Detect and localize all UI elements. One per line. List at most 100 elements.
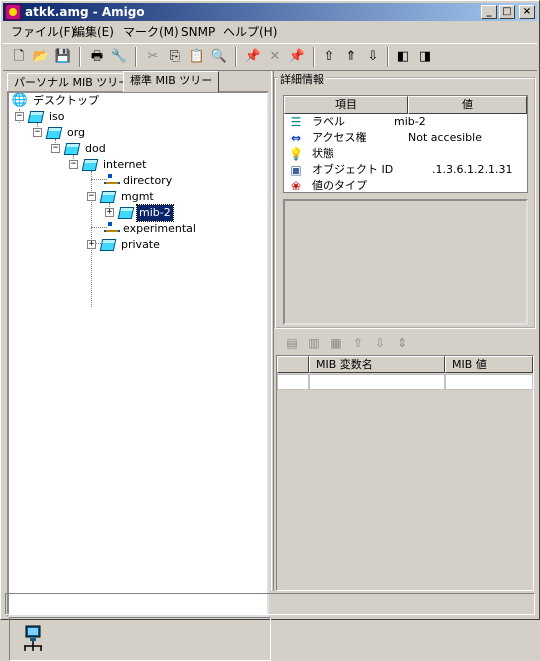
desktop-globe-icon: 🌐 [11, 93, 29, 108]
access-icon: ⇔ [290, 131, 302, 145]
close-button[interactable]: × [519, 5, 535, 19]
network-status-panel [9, 617, 271, 661]
tree-node-label: directory [123, 174, 173, 187]
amigo-app-icon[interactable] [5, 4, 21, 20]
menu-snmp[interactable]: SNMP [175, 22, 221, 42]
tree-node-label: iso [49, 110, 65, 123]
details-description-area [283, 199, 528, 325]
tree-node-label: experimental [123, 222, 196, 235]
mib-variable-table[interactable]: MIB 変数名 MIB 値 [276, 355, 534, 591]
cut-icon[interactable]: ✂ [143, 47, 163, 67]
pin-icon[interactable]: 📌 [243, 47, 263, 67]
collapse-toggle[interactable]: − [33, 128, 42, 137]
status-bar [5, 593, 535, 615]
details-row[interactable]: ▣ オブジェクト ID .1.3.6.1.2.1.31 [284, 162, 527, 178]
minimize-button[interactable]: _ [481, 5, 497, 19]
set-icon[interactable]: ⇩ [363, 47, 383, 67]
cube-icon [99, 237, 117, 253]
type-icon: ❀ [290, 179, 302, 193]
maximize-button[interactable]: □ [499, 5, 515, 19]
save-icon[interactable]: 💾 [53, 47, 73, 67]
details-row-label: オブジェクト ID [312, 163, 394, 176]
table-cell[interactable] [445, 374, 533, 390]
tree-tabs: パーソナル MIB ツリー 標準 MIB ツリー [5, 71, 271, 92]
details-table-header: 項目 値 [284, 96, 527, 114]
tree-node-label: mib-2 [136, 204, 174, 222]
mib-copy-icon[interactable]: ▥ [304, 333, 324, 353]
details-group-box: 項目 値 ☰ ラベル mib-2 ⇔ アクセス権 Not accesible 💡… [274, 77, 536, 329]
details-row[interactable]: ❀ 値のタイプ [284, 178, 527, 194]
print-icon[interactable]: 🖶 [87, 47, 107, 67]
col-header-item[interactable]: 項目 [284, 96, 408, 114]
details-row[interactable]: ☰ ラベル mib-2 [284, 114, 527, 130]
network-node-icon [101, 221, 120, 237]
network-node-icon [101, 173, 120, 189]
tree-node-label: dod [85, 142, 106, 155]
oid-icon: ▣ [290, 163, 302, 177]
tab-personal-mib-tree[interactable]: パーソナル MIB ツリー [7, 73, 137, 91]
tree-node-label: デスクトップ [33, 94, 99, 107]
expand-toggle[interactable]: + [87, 240, 96, 249]
pin-all-icon[interactable]: 📌 [287, 47, 307, 67]
table-cell[interactable] [277, 374, 309, 390]
tree-node-label: org [67, 126, 86, 139]
trap-icon[interactable]: ◧ [393, 47, 413, 67]
col-header-mib-value[interactable]: MIB 値 [445, 356, 533, 373]
menu-help[interactable]: ヘルプ(H) [217, 22, 283, 42]
details-row-label: 値のタイプ [312, 179, 367, 192]
cube-icon [45, 125, 63, 141]
details-table[interactable]: 項目 値 ☰ ラベル mib-2 ⇔ アクセス権 Not accesible 💡… [283, 95, 528, 193]
collapse-toggle[interactable]: − [69, 160, 78, 169]
main-toolbar: 🗋 📂 💾 🖶 🔧 ✂ ⎘ 📋 🔍 📌 ✕ 📌 ⇧ ⇑ ⇩ ◧ ◨ [3, 43, 537, 71]
cube-icon [63, 141, 81, 157]
details-row-label: ラベル [312, 115, 345, 128]
label-icon: ☰ [290, 115, 302, 129]
collapse-toggle[interactable]: − [15, 112, 24, 121]
get-next-icon[interactable]: ⇑ [341, 47, 361, 67]
cube-icon [117, 205, 135, 221]
menu-edit[interactable]: 編集(E) [67, 22, 120, 42]
details-group-title: 詳細情報 [278, 71, 326, 87]
window-title: atkk.amg - Amigo [25, 5, 145, 19]
col-header-value[interactable]: 値 [408, 96, 527, 114]
open-icon[interactable]: 📂 [31, 47, 51, 67]
details-row[interactable]: ⇔ アクセス権 Not accesible [284, 130, 527, 146]
col-header-mib-variable-name[interactable]: MIB 変数名 [309, 356, 445, 373]
mib-up-icon[interactable]: ⇧ [348, 333, 368, 353]
collapse-toggle[interactable]: − [51, 144, 60, 153]
toolbar-separator [235, 47, 237, 67]
settings-icon[interactable]: 🔧 [109, 47, 129, 67]
mib-add-icon[interactable]: ▤ [282, 333, 302, 353]
cube-icon [27, 109, 45, 125]
mib-variable-toolbar: ▤ ▥ ▦ ⇧ ⇩ ⇕ [282, 333, 536, 355]
menu-bar: ファイル(F) 編集(E) マーク(M) SNMP ヘルプ(H) [3, 22, 537, 42]
collapse-toggle[interactable]: − [87, 192, 96, 201]
expand-toggle[interactable]: + [105, 208, 114, 217]
walk-icon[interactable]: ◨ [415, 47, 435, 67]
mib-tree-pane: パーソナル MIB ツリー 標準 MIB ツリー 🌐 デスクトップ − iso [5, 71, 271, 661]
tree-node-label: mgmt [121, 190, 154, 203]
network-computer-icon [24, 625, 42, 651]
details-row-value: mib-2 [394, 115, 426, 128]
title-bar[interactable]: atkk.amg - Amigo _ □ × [3, 3, 537, 21]
mib-edit-icon[interactable]: ▦ [326, 333, 346, 353]
toolbar-separator [313, 47, 315, 67]
new-icon[interactable]: 🗋 [9, 47, 29, 67]
toolbar-separator [387, 47, 389, 67]
details-row-value: Not accesible [408, 131, 482, 144]
mib-sort-icon[interactable]: ⇕ [392, 333, 412, 353]
tab-standard-mib-tree[interactable]: 標準 MIB ツリー [123, 71, 220, 92]
paste-icon[interactable]: 📋 [187, 47, 207, 67]
mib-tree-view[interactable]: 🌐 デスクトップ − iso − org − dod − internet di… [7, 91, 269, 617]
get-icon[interactable]: ⇧ [319, 47, 339, 67]
table-cell[interactable] [309, 374, 445, 390]
status-icon: 💡 [288, 147, 304, 161]
toolbar-separator [79, 47, 81, 67]
find-icon[interactable]: 🔍 [209, 47, 229, 67]
unpin-icon[interactable]: ✕ [265, 47, 285, 67]
details-pane: 詳細情報 項目 値 ☰ ラベル mib-2 ⇔ アクセス権 Not accesi… [274, 71, 536, 591]
copy-icon[interactable]: ⎘ [165, 47, 185, 67]
mib-down-icon[interactable]: ⇩ [370, 333, 390, 353]
details-row[interactable]: 💡 状態 [284, 146, 527, 162]
col-header-index[interactable] [277, 356, 309, 373]
